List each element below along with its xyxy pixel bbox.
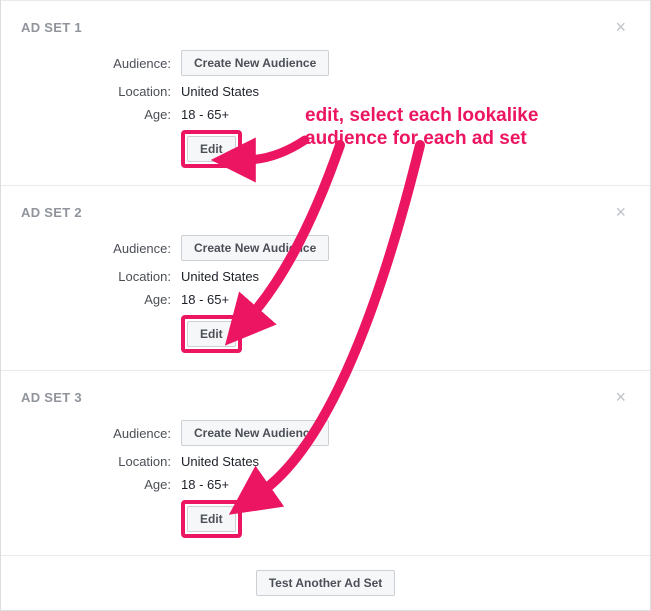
audience-label: Audience: [71,426,181,441]
location-label: Location: [71,84,181,99]
close-icon[interactable]: × [611,201,630,223]
ad-set-title: AD SET 1 [21,20,82,35]
age-label: Age: [71,477,181,492]
location-value: United States [181,454,259,469]
location-label: Location: [71,269,181,284]
annotation-highlight-box: Edit [181,500,242,538]
ad-set-block: AD SET 1 × Audience: Create New Audience… [1,0,650,185]
footer: Test Another Ad Set [1,555,650,610]
create-audience-button[interactable]: Create New Audience [181,235,329,261]
age-value: 18 - 65+ [181,477,229,492]
ad-set-block: AD SET 2 × Audience: Create New Audience… [1,185,650,370]
audience-label: Audience: [71,241,181,256]
audience-label: Audience: [71,56,181,71]
ad-set-title: AD SET 2 [21,205,82,220]
ad-set-title: AD SET 3 [21,390,82,405]
edit-button[interactable]: Edit [187,136,236,162]
age-value: 18 - 65+ [181,107,229,122]
edit-button[interactable]: Edit [187,506,236,532]
close-icon[interactable]: × [611,386,630,408]
create-audience-button[interactable]: Create New Audience [181,50,329,76]
location-value: United States [181,269,259,284]
age-label: Age: [71,292,181,307]
ad-set-block: AD SET 3 × Audience: Create New Audience… [1,370,650,555]
close-icon[interactable]: × [611,16,630,38]
annotation-highlight-box: Edit [181,315,242,353]
edit-button[interactable]: Edit [187,321,236,347]
location-label: Location: [71,454,181,469]
age-label: Age: [71,107,181,122]
age-value: 18 - 65+ [181,292,229,307]
location-value: United States [181,84,259,99]
ad-sets-panel: AD SET 1 × Audience: Create New Audience… [0,0,651,611]
create-audience-button[interactable]: Create New Audience [181,420,329,446]
annotation-highlight-box: Edit [181,130,242,168]
test-another-ad-set-button[interactable]: Test Another Ad Set [256,570,396,596]
